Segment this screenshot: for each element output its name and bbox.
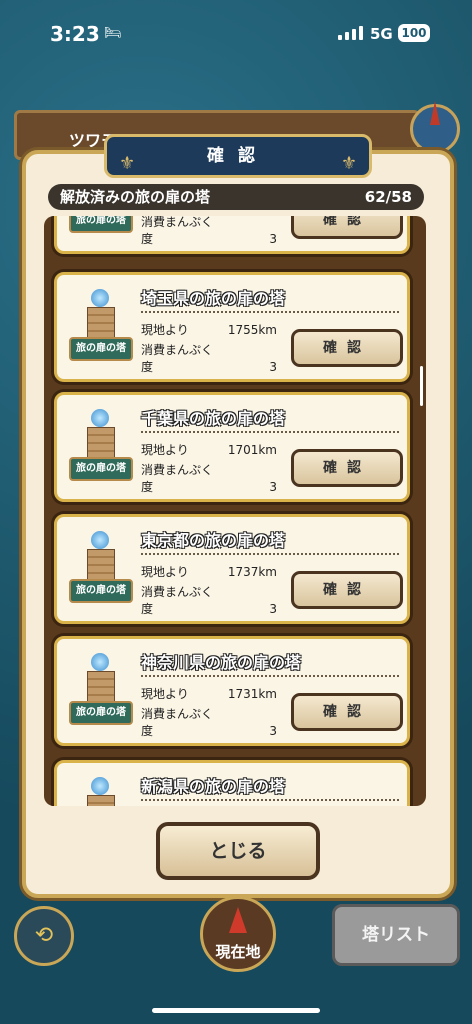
cost-label: 消費まんぷく度 bbox=[141, 585, 214, 616]
distance-label: 現地より bbox=[141, 687, 189, 701]
tower-icon: 旅の扉の塔 bbox=[69, 409, 133, 487]
tower-name: 千葉県の旅の扉の塔 bbox=[141, 409, 286, 428]
confirm-button[interactable]: 確認 bbox=[291, 216, 403, 239]
tower-list[interactable]: 旅の扉の塔現地より消費まんぷく度3確認旅の扉の塔埼玉県の旅の扉の塔現地より175… bbox=[44, 216, 426, 806]
list-header-label: 解放済みの旅の扉の塔 bbox=[60, 188, 211, 206]
tower-card: 旅の扉の塔新潟県の旅の扉の塔現地より消費まんぷく度確認 bbox=[54, 760, 410, 806]
cost-value: 3 bbox=[269, 480, 277, 494]
tower-count: 62/58 bbox=[364, 188, 412, 206]
confirm-button[interactable]: 確認 bbox=[291, 449, 403, 487]
confirm-button[interactable]: 確認 bbox=[291, 329, 403, 367]
distance-label: 現地より bbox=[141, 323, 189, 337]
tower-card: 旅の扉の塔 東京都の旅の扉の塔現地より 1737km 消費まんぷく度 3 確認 bbox=[54, 514, 410, 624]
cost-value: 3 bbox=[269, 724, 277, 738]
tower-sign: 旅の扉の塔 bbox=[69, 337, 133, 361]
confirm-button[interactable]: 確認 bbox=[291, 571, 403, 609]
compass-icon[interactable] bbox=[410, 101, 460, 154]
cost-row: 消費まんぷく度 3 bbox=[141, 583, 277, 617]
cost-label: 消費まんぷく度 bbox=[141, 343, 214, 374]
distance-label: 現地より bbox=[141, 443, 189, 457]
tower-card: 旅の扉の塔 埼玉県の旅の扉の塔現地より 1755km 消費まんぷく度 3 確認 bbox=[54, 272, 410, 382]
status-time: 3:23 bbox=[50, 22, 100, 46]
tower-sign: 旅の扉の塔 bbox=[69, 457, 133, 481]
fleur-icon: ⚜ bbox=[119, 153, 136, 174]
cost-row: 消費まんぷく度 3 bbox=[141, 341, 277, 375]
cost-label: 消費まんぷく度 bbox=[141, 216, 214, 246]
home-indicator bbox=[152, 1008, 320, 1013]
divider bbox=[141, 675, 399, 677]
sleep-icon: 🛏 bbox=[104, 25, 122, 41]
distance-row: 現地より 1701km bbox=[141, 441, 277, 458]
tower-name: 東京都の旅の扉の塔 bbox=[141, 531, 286, 550]
dialog-title: 確認 bbox=[207, 146, 269, 166]
tower-icon: 旅の扉の塔 bbox=[69, 531, 133, 609]
tower-icon: 旅の扉の塔 bbox=[69, 653, 133, 731]
cost-value: 3 bbox=[269, 602, 277, 616]
back-button[interactable]: ⟲ bbox=[14, 906, 74, 966]
tower-name: 神奈川県の旅の扉の塔 bbox=[141, 653, 302, 672]
divider bbox=[141, 431, 399, 433]
distance-value: 1701km bbox=[227, 443, 277, 457]
cost-row: 消費まんぷく度 3 bbox=[141, 461, 277, 495]
cost-row: 消費まんぷく度 3 bbox=[141, 705, 277, 739]
distance-row: 現地より 1737km bbox=[141, 563, 277, 580]
tower-icon: 旅の扉の塔 bbox=[69, 289, 133, 367]
confirm-button[interactable]: 確認 bbox=[291, 693, 403, 731]
tower-sign: 旅の扉の塔 bbox=[69, 579, 133, 603]
dialog-title-bar: ⚜ 確認 ⚜ bbox=[104, 134, 372, 178]
cost-label: 消費まんぷく度 bbox=[141, 707, 214, 738]
distance-value: 1755km bbox=[227, 323, 277, 337]
tower-name: 埼玉県の旅の扉の塔 bbox=[141, 289, 286, 308]
signal-icon bbox=[338, 26, 363, 40]
divider bbox=[141, 553, 399, 555]
distance-value: 1731km bbox=[227, 687, 277, 701]
distance-label: 現地より bbox=[141, 565, 189, 579]
list-header: 解放済みの旅の扉の塔 62/58 bbox=[48, 184, 424, 210]
network-label: 5G bbox=[370, 25, 393, 43]
battery-icon: 100 bbox=[398, 24, 430, 42]
distance-row: 現地より 1755km bbox=[141, 321, 277, 338]
distance-row: 現地より 1731km bbox=[141, 685, 277, 702]
tower-sign: 旅の扉の塔 bbox=[69, 216, 133, 233]
tower-card: 旅の扉の塔 神奈川県の旅の扉の塔現地より 1731km 消費まんぷく度 3 確認 bbox=[54, 636, 410, 746]
tower-name: 新潟県の旅の扉の塔 bbox=[141, 777, 286, 796]
close-button[interactable]: とじる bbox=[156, 822, 320, 880]
scrollbar[interactable] bbox=[420, 366, 423, 406]
divider bbox=[141, 799, 399, 801]
divider bbox=[141, 311, 399, 313]
tower-list-button[interactable]: 塔リスト bbox=[332, 904, 460, 966]
current-location-button[interactable]: 現在地 bbox=[200, 896, 276, 972]
tower-card: 旅の扉の塔 千葉県の旅の扉の塔現地より 1701km 消費まんぷく度 3 確認 bbox=[54, 392, 410, 502]
cost-label: 消費まんぷく度 bbox=[141, 463, 214, 494]
tower-icon: 旅の扉の塔 bbox=[69, 777, 129, 806]
distance-value: 1737km bbox=[227, 565, 277, 579]
tower-icon: 旅の扉の塔 bbox=[69, 216, 133, 239]
fleur-icon: ⚜ bbox=[340, 153, 357, 174]
status-bar: 3:23 🛏 5G 100 bbox=[0, 0, 472, 70]
cost-value: 3 bbox=[269, 360, 277, 374]
cost-value: 3 bbox=[269, 232, 277, 246]
tower-sign: 旅の扉の塔 bbox=[69, 701, 133, 725]
cost-row: 消費まんぷく度 3 bbox=[141, 216, 277, 247]
tower-card: 旅の扉の塔現地より消費まんぷく度3確認 bbox=[54, 216, 410, 254]
